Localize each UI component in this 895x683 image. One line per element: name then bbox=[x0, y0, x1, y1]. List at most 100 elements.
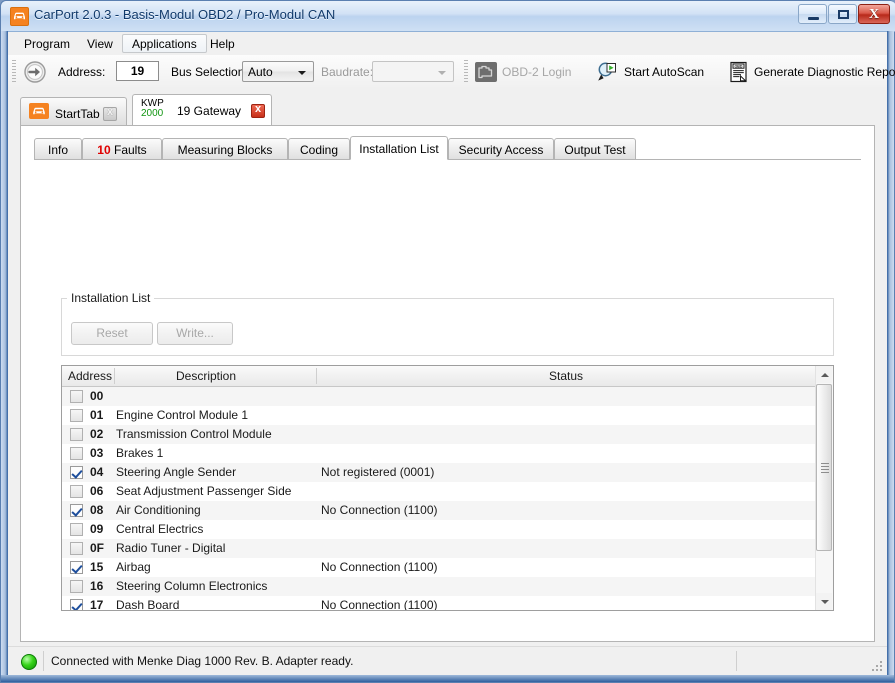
tab-starttab-close-icon[interactable]: x bbox=[103, 106, 117, 121]
tab-gateway[interactable]: KWP 2000 19 Gateway x bbox=[132, 94, 272, 126]
go-arrow-icon[interactable] bbox=[24, 61, 46, 83]
window-border-left bbox=[1, 31, 8, 682]
application-window: CarPort 2.0.3 - Basis-Modul OBD2 / Pro-M… bbox=[0, 0, 895, 683]
tab-security-access[interactable]: Security Access bbox=[448, 138, 554, 160]
scrollbar-thumb[interactable] bbox=[816, 384, 832, 551]
toolbar-grip[interactable] bbox=[12, 60, 16, 84]
installation-list-table: Address Description Status 00 01 Engine Co… bbox=[61, 365, 834, 611]
minimize-button[interactable] bbox=[798, 4, 827, 24]
column-header-address[interactable]: Address bbox=[68, 369, 112, 383]
row-checkbox[interactable] bbox=[70, 466, 83, 479]
status-message: Connected with Menke Diag 1000 Rev. B. A… bbox=[51, 654, 354, 668]
cell-address: 0F bbox=[90, 541, 105, 555]
column-header-description[interactable]: Description bbox=[176, 369, 236, 383]
table-row[interactable]: 06 Seat Adjustment Passenger Side bbox=[62, 482, 816, 501]
column-divider-2[interactable] bbox=[316, 368, 317, 384]
table-row[interactable]: 15 Airbag No Connection (1100) bbox=[62, 558, 816, 577]
app-car-icon bbox=[10, 7, 29, 26]
address-input[interactable] bbox=[116, 61, 159, 81]
resize-grip-icon[interactable] bbox=[870, 659, 884, 673]
cell-description: Radio Tuner - Digital bbox=[116, 541, 226, 555]
table-row[interactable]: 01 Engine Control Module 1 bbox=[62, 406, 816, 425]
menu-item-program[interactable]: Program bbox=[14, 34, 80, 53]
tab-starttab[interactable]: StartTab x bbox=[20, 97, 127, 126]
menu-item-applications[interactable]: Applications bbox=[122, 34, 207, 53]
table-row[interactable]: 16 Steering Column Electronics bbox=[62, 577, 816, 596]
baudrate-dropdown[interactable] bbox=[372, 61, 454, 82]
tab-info[interactable]: Info bbox=[34, 138, 82, 160]
table-row[interactable]: 03 Brakes 1 bbox=[62, 444, 816, 463]
tab-gateway-close-icon[interactable]: x bbox=[251, 103, 265, 118]
generate-report-button[interactable]: OBD Generate Diagnostic Report bbox=[728, 59, 895, 85]
cell-address: 04 bbox=[90, 465, 104, 479]
reset-button[interactable]: Reset bbox=[71, 322, 153, 345]
table-header: Address Description Status bbox=[62, 366, 833, 387]
row-checkbox[interactable] bbox=[70, 504, 83, 517]
bus-selection-dropdown[interactable]: Auto bbox=[242, 61, 314, 82]
row-checkbox[interactable] bbox=[70, 523, 83, 536]
table-row[interactable]: 09 Central Electrics bbox=[62, 520, 816, 539]
close-icon: X bbox=[868, 7, 880, 22]
tab-coding-label: Coding bbox=[299, 143, 339, 157]
faults-count: 10 bbox=[97, 143, 111, 157]
tab-faults[interactable]: 10 Faults bbox=[82, 138, 162, 160]
menu-item-help[interactable]: Help bbox=[200, 34, 245, 53]
cell-description: Airbag bbox=[116, 560, 151, 574]
row-checkbox[interactable] bbox=[70, 390, 83, 403]
start-autoscan-button[interactable]: Start AutoScan bbox=[596, 59, 724, 85]
cell-address: 06 bbox=[90, 484, 104, 498]
tab-output-test[interactable]: Output Test bbox=[554, 138, 636, 160]
cell-description: Central Electrics bbox=[116, 522, 204, 536]
row-checkbox[interactable] bbox=[70, 599, 83, 610]
row-checkbox[interactable] bbox=[70, 542, 83, 555]
tab-security-access-label: Security Access bbox=[458, 143, 544, 157]
status-bar: Connected with Menke Diag 1000 Rev. B. A… bbox=[8, 646, 887, 675]
row-checkbox[interactable] bbox=[70, 561, 83, 574]
close-glyph: x bbox=[254, 103, 262, 115]
scroll-down-button[interactable] bbox=[816, 593, 832, 610]
kwp2000-badge: KWP 2000 bbox=[141, 99, 164, 119]
close-button[interactable]: X bbox=[858, 4, 890, 24]
tab-installation-list[interactable]: Installation List bbox=[350, 136, 448, 160]
table-row[interactable]: 00 bbox=[62, 387, 816, 406]
minimize-icon bbox=[808, 17, 819, 20]
tab-measuring-blocks[interactable]: Measuring Blocks bbox=[162, 138, 288, 160]
row-checkbox[interactable] bbox=[70, 485, 83, 498]
cell-status: Not registered (0001) bbox=[321, 465, 435, 479]
cell-description: Transmission Control Module bbox=[116, 427, 272, 441]
cell-description: Engine Control Module 1 bbox=[116, 408, 249, 422]
tab-faults-label: 10 Faults bbox=[83, 143, 161, 157]
table-row[interactable]: 08 Air Conditioning No Connection (1100) bbox=[62, 501, 816, 520]
tab-measuring-blocks-label: Measuring Blocks bbox=[177, 143, 273, 157]
maximize-button[interactable] bbox=[828, 4, 857, 24]
generate-report-label: Generate Diagnostic Report bbox=[754, 65, 895, 79]
row-checkbox[interactable] bbox=[70, 409, 83, 422]
cell-status: No Connection (1100) bbox=[321, 598, 438, 610]
table-row[interactable]: 17 Dash Board No Connection (1100) bbox=[62, 596, 816, 610]
write-button[interactable]: Write... bbox=[157, 322, 233, 345]
chevron-up-icon bbox=[821, 373, 829, 377]
menu-item-view[interactable]: View bbox=[77, 34, 123, 53]
start-autoscan-label: Start AutoScan bbox=[624, 65, 705, 79]
table-row[interactable]: 02 Transmission Control Module bbox=[62, 425, 816, 444]
cell-status: No Connection (1100) bbox=[321, 503, 438, 517]
table-row[interactable]: 0F Radio Tuner - Digital bbox=[62, 539, 816, 558]
tab-gateway-label: 19 Gateway bbox=[177, 104, 242, 118]
faults-word: Faults bbox=[114, 143, 147, 157]
toolbar-grip-2[interactable] bbox=[464, 60, 468, 84]
tab-coding[interactable]: Coding bbox=[288, 138, 350, 160]
table-row[interactable]: 04 Steering Angle Sender Not registered (0… bbox=[62, 463, 816, 482]
list-vertical-scrollbar[interactable] bbox=[815, 366, 833, 610]
toolbar: Address: Bus Selection: Auto Baudrate: O… bbox=[8, 55, 895, 90]
scroll-up-button[interactable] bbox=[816, 366, 832, 383]
obd2-login-button[interactable]: OBD-2 Login bbox=[474, 59, 592, 85]
car-icon bbox=[29, 103, 49, 119]
maximize-icon bbox=[838, 10, 849, 19]
row-checkbox[interactable] bbox=[70, 428, 83, 441]
groupbox-title: Installation List bbox=[67, 291, 155, 305]
row-checkbox[interactable] bbox=[70, 580, 83, 593]
row-checkbox[interactable] bbox=[70, 447, 83, 460]
column-header-status[interactable]: Status bbox=[549, 369, 583, 383]
svg-text:OBD: OBD bbox=[735, 65, 743, 69]
column-divider-1[interactable] bbox=[114, 368, 115, 384]
